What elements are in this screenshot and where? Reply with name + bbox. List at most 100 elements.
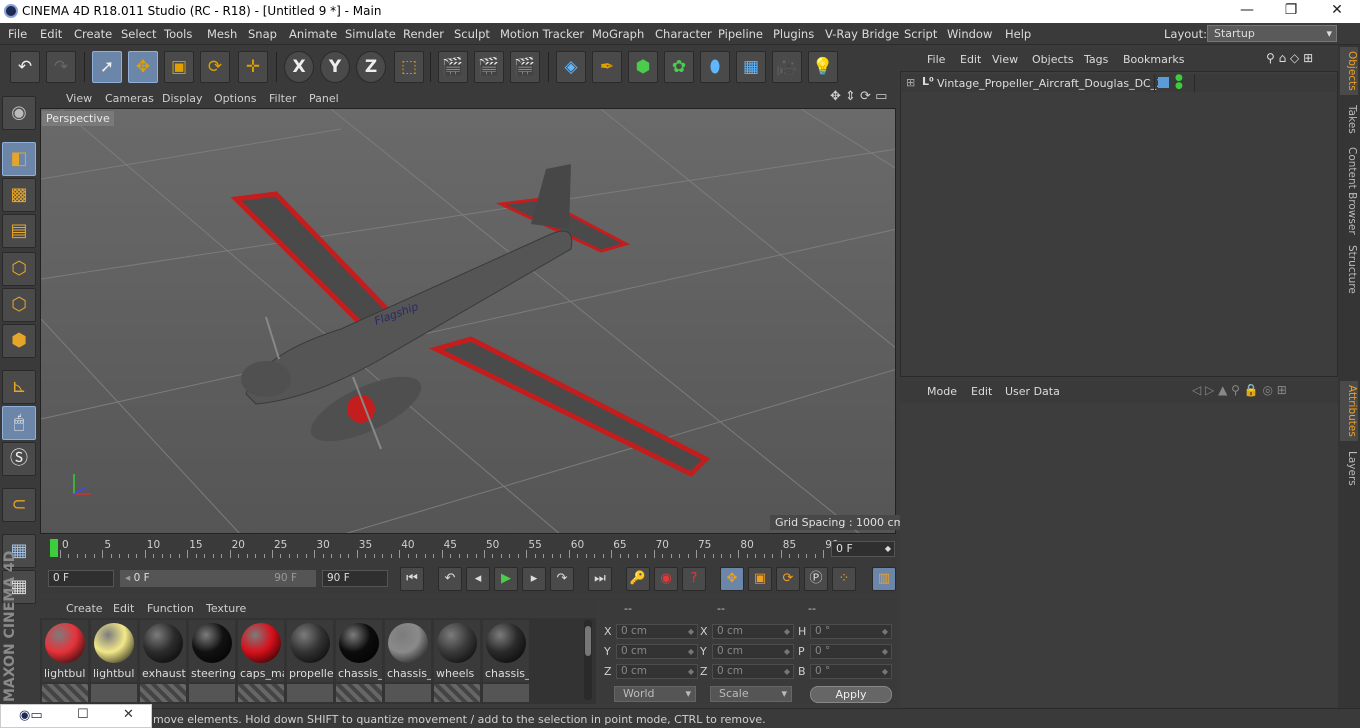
material-swatch-partial[interactable] — [336, 684, 382, 702]
coord-value-field[interactable]: 0 cm ◆ — [712, 644, 794, 659]
material-swatch-partial[interactable] — [385, 684, 431, 702]
redo-button[interactable]: ↷ — [46, 51, 76, 83]
material-swatch-partial[interactable] — [140, 684, 186, 702]
menu-file[interactable]: File — [8, 27, 27, 41]
menu-snap[interactable]: Snap — [248, 27, 277, 41]
snap-button[interactable]: ⊂ — [2, 488, 36, 522]
menu-mesh[interactable]: Mesh — [207, 27, 237, 41]
coord-value-field[interactable]: 0 cm ◆ — [616, 624, 698, 639]
preview-range-slider[interactable]: ◂ 0 F 90 F — [120, 570, 316, 587]
array-object-button[interactable]: ✿ — [664, 51, 694, 83]
workplane-mode-button[interactable]: ▤ — [2, 214, 36, 248]
menu-edit[interactable]: Edit — [40, 27, 62, 41]
tab-objects[interactable]: Objects — [1340, 47, 1358, 95]
objects-menu-objects[interactable]: Objects — [1032, 53, 1074, 66]
material-swatch[interactable]: lightbul — [91, 620, 137, 682]
stepper-icon[interactable]: ◆ — [882, 625, 888, 638]
restore-icon[interactable]: ☐ — [77, 707, 89, 722]
maximize-button[interactable]: ❐ — [1268, 0, 1314, 23]
playhead-marker[interactable] — [50, 539, 58, 557]
object-row[interactable]: ⊞ L⁰ Vintage_Propeller_Aircraft_Douglas_… — [902, 74, 1336, 92]
layout-select[interactable]: Startup ▾ — [1207, 25, 1337, 42]
menu-script[interactable]: Script — [904, 27, 937, 41]
stepper-icon[interactable]: ◆ — [882, 645, 888, 658]
polygons-mode-button[interactable]: ⬢ — [2, 324, 36, 358]
render-view-button[interactable]: 🎬 — [438, 51, 468, 83]
key-point-level-button[interactable]: ⁘ — [832, 567, 856, 591]
material-swatch[interactable]: exhaust — [140, 620, 186, 682]
taskbar-thumbnail[interactable]: ◉▭ ☐ ✕ — [0, 704, 152, 728]
stepper-icon[interactable]: ◆ — [688, 665, 694, 678]
subdivision-surface-button[interactable]: ⬢ — [628, 51, 658, 83]
menu-plugins[interactable]: Plugins — [773, 27, 814, 41]
timeline-window-button[interactable]: ▥ — [872, 567, 896, 591]
render-settings-button[interactable]: 🎬 — [510, 51, 540, 83]
live-selection-button[interactable]: ✛ — [238, 51, 268, 83]
coordinate-space-select[interactable]: World ▾ — [614, 686, 696, 702]
material-scrollbar[interactable] — [584, 620, 592, 700]
viewport-navigation-icons[interactable]: ✥ ⇕ ⟳ ▭ — [830, 89, 887, 104]
keyframe-selection-button[interactable]: ? — [682, 567, 706, 591]
floor-object-button[interactable]: ▦ — [736, 51, 766, 83]
key-scale-button[interactable]: ▣ — [748, 567, 772, 591]
coord-value-field[interactable]: 0 ° ◆ — [810, 624, 892, 639]
3d-viewport[interactable]: Flagship — [40, 108, 896, 534]
minimize-button[interactable]: — — [1224, 0, 1270, 23]
coord-value-field[interactable]: 0 cm ◆ — [712, 664, 794, 679]
timeline-ruler[interactable]: 051015202530354045505560657075808590 — [48, 536, 839, 562]
make-editable-button[interactable]: ◉ — [2, 96, 36, 130]
menu-motion-tracker[interactable]: Motion Tracker — [500, 27, 584, 41]
go-to-start-button[interactable]: ⏮ — [400, 567, 424, 591]
material-swatch[interactable]: chassis_ — [336, 620, 382, 682]
pen-spline-button[interactable]: ✒ — [592, 51, 622, 83]
key-rotation-button[interactable]: ⟳ — [776, 567, 800, 591]
apply-button[interactable]: Apply — [810, 686, 892, 703]
material-menu-function[interactable]: Function — [147, 602, 194, 615]
model-mode-button[interactable]: ◧ — [2, 142, 36, 176]
menu-tools[interactable]: Tools — [164, 27, 192, 41]
viewport-menu-panel[interactable]: Panel — [309, 92, 339, 105]
stepper-icon[interactable]: ◆ — [784, 645, 790, 658]
menu-mograph[interactable]: MoGraph — [592, 27, 644, 41]
attributes-menu-mode[interactable]: Mode — [927, 385, 957, 398]
menu-select[interactable]: Select — [121, 27, 156, 41]
current-frame-field[interactable]: 0 F — [48, 570, 114, 587]
material-swatch-partial[interactable] — [434, 684, 480, 702]
coordinate-system-button[interactable]: ⬚ — [394, 51, 424, 83]
solo-mode-button[interactable]: Ⓢ — [2, 442, 36, 476]
menu-vray-bridge[interactable]: V-Ray Bridge — [825, 27, 899, 41]
material-swatch-partial[interactable] — [91, 684, 137, 702]
objects-menu-tags[interactable]: Tags — [1084, 53, 1108, 66]
menu-animate[interactable]: Animate — [289, 27, 337, 41]
select-tool-button[interactable]: ➚ — [92, 51, 122, 83]
viewport-menu-view[interactable]: View — [66, 92, 92, 105]
go-to-end-button[interactable]: ⏭ — [588, 567, 612, 591]
attributes-menu-user-data[interactable]: User Data — [1005, 385, 1060, 398]
objects-menu-file[interactable]: File — [927, 53, 945, 66]
close-icon[interactable]: ✕ — [123, 707, 134, 722]
material-swatch[interactable]: caps_ma — [238, 620, 284, 682]
close-button[interactable]: ✕ — [1314, 0, 1360, 23]
menu-simulate[interactable]: Simulate — [345, 27, 396, 41]
stepper-icon[interactable]: ◆ — [882, 665, 888, 678]
material-swatch[interactable]: chassis_ — [385, 620, 431, 682]
material-swatch-partial[interactable] — [483, 684, 529, 702]
undo-button[interactable]: ↶ — [10, 51, 40, 83]
axis-mode-button[interactable]: ⊾ — [2, 370, 36, 404]
stepper-icon[interactable]: ◆ — [688, 645, 694, 658]
material-menu-edit[interactable]: Edit — [113, 602, 134, 615]
material-swatch[interactable]: lightbul — [42, 620, 88, 682]
size-mode-select[interactable]: Scale ▾ — [710, 686, 792, 702]
edges-mode-button[interactable]: ⬡ — [2, 288, 36, 322]
coord-value-field[interactable]: 0 cm ◆ — [616, 664, 698, 679]
material-swatch-partial[interactable] — [238, 684, 284, 702]
attributes-navigation-icons[interactable]: ◁ ▷ ▲ ⚲ 🔒 ◎ ⊞ — [1192, 383, 1287, 397]
objects-toolbar-icons[interactable]: ⚲ ⌂ ◇ ⊞ — [1266, 51, 1313, 65]
object-name[interactable]: Vintage_Propeller_Aircraft_Douglas_DC_3 — [937, 77, 1163, 90]
previous-key-button[interactable]: ↶ — [438, 567, 462, 591]
objects-menu-edit[interactable]: Edit — [960, 53, 981, 66]
y-axis-lock-button[interactable]: Y — [320, 51, 350, 83]
material-swatch-partial[interactable] — [189, 684, 235, 702]
points-mode-button[interactable]: ⬡ — [2, 252, 36, 286]
next-key-button[interactable]: ↷ — [550, 567, 574, 591]
